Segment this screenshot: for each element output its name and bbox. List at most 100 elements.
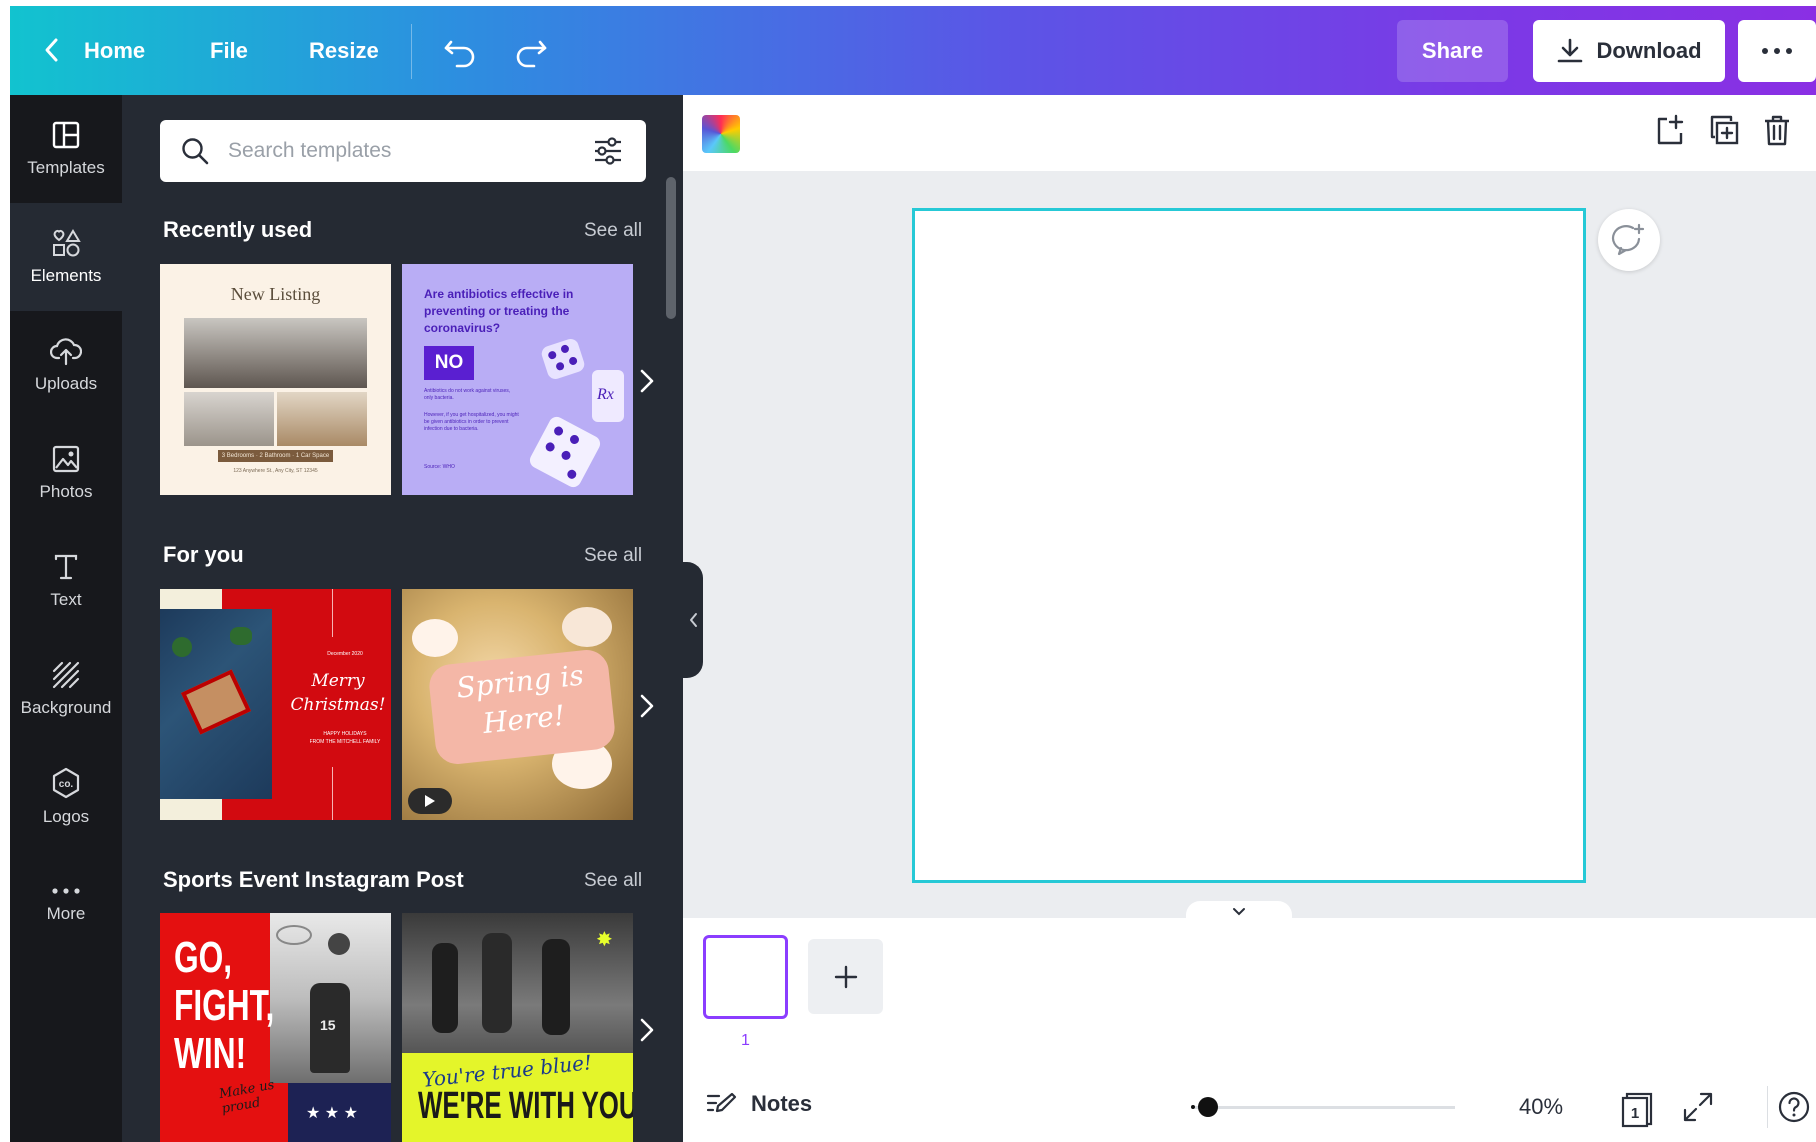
delete-trash-icon[interactable] — [1761, 113, 1793, 147]
rail-label-photos: Photos — [39, 482, 93, 501]
home-button[interactable]: Home — [84, 38, 145, 64]
filter-sliders-icon[interactable] — [592, 135, 624, 167]
undo-icon[interactable] — [442, 28, 478, 72]
rail-label-templates: Templates — [27, 158, 105, 177]
zoom-slider-handle[interactable] — [1198, 1097, 1218, 1117]
design-page[interactable] — [912, 208, 1586, 883]
rail-label-more: More — [46, 904, 86, 923]
template-thumb-true-blue[interactable]: ✸ You're true blue! WE'RE WITH YOU! — [402, 913, 633, 1142]
template-thumb-antibiotics[interactable]: Are antibiotics effective in preventing … — [402, 264, 633, 495]
side-navigation: Templates Elements Uploads Photos Text B… — [10, 95, 122, 1142]
text-icon — [54, 554, 78, 580]
rail-item-elements[interactable]: Elements — [10, 203, 122, 311]
comment-plus-icon — [1611, 223, 1645, 256]
template-text: Source: WHO — [424, 464, 455, 470]
player-photo: 15 — [270, 913, 391, 1083]
carousel-next-chevron-icon[interactable] — [632, 1015, 662, 1045]
zoom-slider-track[interactable] — [1195, 1106, 1455, 1109]
blossom-photo — [412, 619, 458, 657]
see-all-for-you[interactable]: See all — [584, 545, 642, 567]
search-box — [160, 120, 646, 182]
help-icon[interactable] — [1777, 1090, 1811, 1124]
svg-text:co.: co. — [59, 779, 74, 790]
section-title-for-you: For you — [163, 542, 244, 567]
divider-line — [332, 767, 333, 820]
rail-item-background[interactable]: Background — [10, 635, 122, 743]
more-dots-icon — [52, 888, 80, 894]
pill-pack-graphic — [527, 414, 603, 490]
section-title-sports-event: Sports Event Instagram Post — [163, 867, 464, 892]
share-button[interactable]: Share — [1397, 20, 1508, 82]
rail-item-templates[interactable]: Templates — [10, 95, 122, 203]
download-button[interactable]: Download — [1533, 20, 1725, 82]
players-photo — [432, 943, 458, 1033]
add-page-button[interactable] — [808, 939, 883, 1014]
template-text: Make us proud — [217, 1077, 276, 1117]
search-input[interactable] — [228, 134, 578, 168]
canvas-toolbar — [683, 95, 1816, 171]
rail-label-text: Text — [50, 590, 82, 609]
page-count-icon[interactable]: 1 — [1619, 1090, 1657, 1128]
resize-button[interactable]: Resize — [309, 38, 379, 64]
notes-pencil-icon — [706, 1092, 737, 1113]
chevron-left-icon — [690, 613, 697, 627]
color-picker-icon[interactable] — [702, 115, 740, 153]
chevron-down-icon — [1233, 908, 1245, 916]
duplicate-page-icon[interactable] — [1707, 113, 1741, 147]
photo-icon — [52, 445, 80, 473]
template-thumb-spring[interactable]: Spring is Here! — [402, 589, 633, 820]
collapse-panel-handle[interactable] — [683, 562, 703, 678]
carousel-next-chevron-icon[interactable] — [632, 691, 662, 721]
file-menu-button[interactable]: File — [210, 38, 248, 64]
search-icon — [182, 138, 209, 165]
listing-photo — [277, 392, 367, 446]
template-text: 3 Bedrooms · 2 Bathroom · 1 Car Space — [218, 450, 333, 462]
template-text: WE'RE WITH YOU! — [418, 1085, 633, 1127]
blossom-photo — [562, 607, 612, 647]
template-text: 123 Anywhere St., Any City, ST 12345 — [233, 468, 318, 474]
rail-item-more[interactable]: More — [10, 851, 122, 959]
template-text: FIGHT, — [174, 981, 275, 1030]
template-thumb-christmas[interactable]: December 2020 Merry Christmas! HAPPY HOL… — [160, 589, 391, 820]
template-text: FROM THE MITCHELL FAMILY — [309, 739, 381, 745]
see-all-sports-event[interactable]: See all — [584, 870, 642, 892]
carousel-next-chevron-icon[interactable] — [632, 366, 662, 396]
pill-pack-graphic — [539, 336, 587, 382]
template-text: WIN! — [174, 1029, 247, 1078]
template-thumb-go-fight-win[interactable]: 15 GO, FIGHT, WIN! Make us proud ★ ★ ★ — [160, 913, 391, 1142]
template-text: December 2020 — [327, 651, 363, 657]
template-text: ★ ★ ★ — [306, 1105, 358, 1122]
template-thumb-new-listing[interactable]: New Listing 3 Bedrooms · 2 Bathroom · 1 … — [160, 264, 391, 495]
plus-icon — [834, 965, 857, 988]
video-play-icon — [408, 788, 452, 814]
top-bar: Home File Resize Share Download — [10, 6, 1816, 95]
footer-divider — [1767, 1086, 1768, 1128]
zoom-level[interactable]: 40% — [1519, 1094, 1563, 1120]
see-all-recently-used[interactable]: See all — [584, 220, 642, 242]
redo-icon[interactable] — [513, 28, 549, 72]
add-page-icon[interactable] — [1653, 113, 1687, 147]
page-thumbnail[interactable] — [703, 935, 788, 1019]
panel-scrollbar[interactable] — [666, 177, 676, 319]
back-chevron-icon[interactable] — [40, 34, 64, 66]
template-text: Rx — [597, 386, 614, 403]
listing-photo — [184, 392, 274, 446]
templates-icon — [52, 121, 80, 149]
gift-photo — [160, 609, 272, 799]
notes-button[interactable]: Notes — [705, 1090, 812, 1118]
section-title-recently-used: Recently used — [163, 217, 313, 242]
fullscreen-expand-icon[interactable] — [1681, 1090, 1715, 1124]
rail-label-elements: Elements — [30, 266, 102, 285]
add-comment-button[interactable] — [1598, 209, 1660, 271]
pages-strip: 1 Notes 40% 1 — [683, 918, 1816, 1142]
notes-label: Notes — [751, 1091, 813, 1116]
rail-item-logos[interactable]: co. Logos — [10, 743, 122, 851]
more-options-button[interactable] — [1738, 20, 1816, 82]
zoom-slider-min-dot — [1191, 1105, 1195, 1109]
players-photo — [542, 939, 570, 1035]
rail-item-text[interactable]: Text — [10, 527, 122, 635]
players-photo — [482, 933, 512, 1033]
pill-bottle-graphic: Rx — [592, 370, 624, 422]
rail-item-uploads[interactable]: Uploads — [10, 311, 122, 419]
rail-item-photos[interactable]: Photos — [10, 419, 122, 527]
